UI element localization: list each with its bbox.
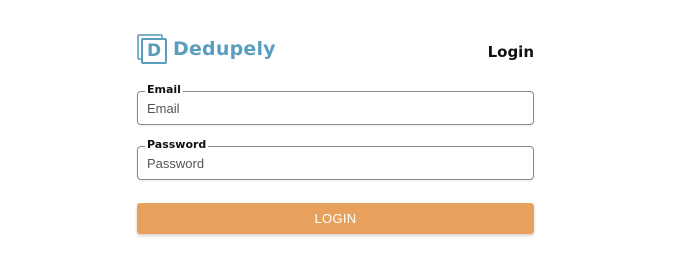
password-field[interactable]: Password	[137, 138, 534, 180]
login-card: D Dedupely Login Email Password LOGIN	[137, 34, 534, 234]
brand-name: Dedupely	[173, 38, 276, 60]
brand-logo: D Dedupely	[137, 34, 276, 64]
email-field[interactable]: Email	[137, 83, 534, 125]
email-input[interactable]	[147, 98, 517, 118]
login-header: D Dedupely Login	[137, 34, 534, 66]
password-input[interactable]	[147, 153, 517, 173]
page-title: Login	[487, 43, 534, 61]
password-label: Password	[145, 138, 209, 152]
login-button[interactable]: LOGIN	[137, 203, 534, 234]
logo-icon: D	[137, 34, 167, 64]
login-page: D Dedupely Login Email Password LOGIN	[0, 0, 688, 275]
logo-letter: D	[141, 38, 167, 64]
email-label: Email	[145, 83, 183, 97]
